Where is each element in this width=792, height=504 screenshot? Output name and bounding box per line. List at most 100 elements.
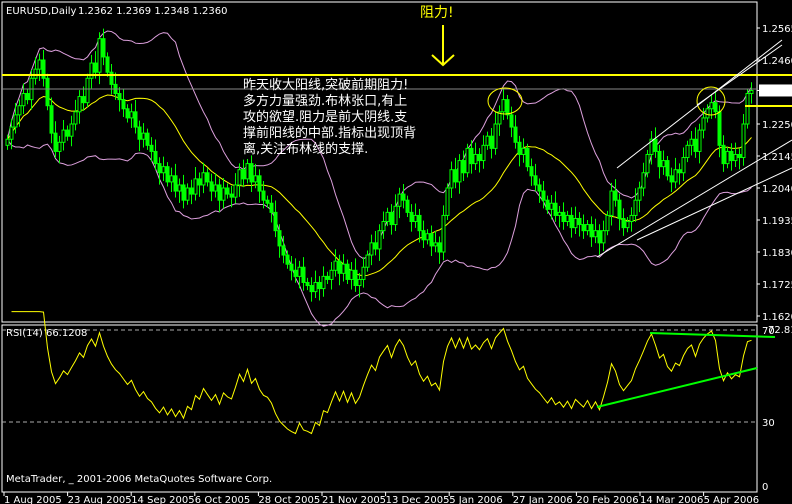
- candle-body: [121, 99, 126, 110]
- candle: [537, 178, 542, 203]
- candle: [245, 159, 250, 184]
- candle: [657, 145, 662, 179]
- candle: [273, 200, 278, 238]
- candle-body: [457, 160, 462, 183]
- candle-body: [349, 269, 354, 280]
- date-label: 13 Dec 2005: [386, 495, 450, 504]
- candle-body: [477, 153, 482, 162]
- candle-body: [125, 108, 130, 119]
- candle-body: [513, 126, 518, 143]
- candle: [221, 177, 226, 209]
- candle: [633, 188, 638, 222]
- candle-body: [185, 187, 190, 201]
- candle: [373, 230, 378, 256]
- candle-body: [413, 214, 418, 223]
- date-label: 6 Oct 2005: [195, 495, 250, 504]
- candle: [473, 142, 478, 171]
- candle: [73, 99, 78, 131]
- candle: [105, 52, 110, 77]
- candle-body: [481, 144, 486, 162]
- note-line: 攻的欲望.阻力是前大阴线.支: [243, 110, 408, 125]
- candle-body: [321, 275, 326, 290]
- candle-body: [101, 38, 106, 58]
- candle: [237, 163, 242, 197]
- candle-body: [117, 93, 122, 101]
- candle: [137, 120, 142, 152]
- candle: [621, 208, 626, 236]
- candle: [429, 225, 434, 256]
- candle: [97, 32, 102, 85]
- trendline: [636, 167, 792, 241]
- candle-body: [97, 38, 102, 73]
- candle: [585, 220, 590, 236]
- candle-body: [749, 89, 754, 95]
- candle-body: [129, 111, 134, 119]
- candle: [593, 218, 598, 244]
- candle: [217, 178, 222, 213]
- candle-body: [569, 214, 574, 229]
- candle: [629, 207, 634, 232]
- candle-body: [425, 233, 430, 241]
- candle: [361, 257, 366, 288]
- candle-body: [397, 193, 402, 207]
- candle: [333, 249, 338, 277]
- candle-body: [377, 230, 382, 250]
- price-label: 1.2460: [762, 56, 792, 67]
- candle-body: [693, 138, 698, 152]
- candle-body: [309, 285, 314, 293]
- candle-body: [285, 254, 290, 265]
- rsi-level-label: 30: [762, 418, 775, 429]
- candle: [497, 105, 502, 136]
- candle: [409, 204, 414, 232]
- candle-body: [277, 230, 282, 247]
- candle-body: [721, 144, 726, 165]
- candle: [693, 127, 698, 158]
- candle-body: [485, 135, 490, 146]
- candle-body: [685, 144, 690, 159]
- price-label: 1.2040: [762, 184, 792, 195]
- candle-body: [229, 193, 234, 198]
- candle-body: [665, 160, 670, 177]
- candle-body: [437, 242, 442, 253]
- candle-body: [69, 123, 74, 137]
- candle-body: [381, 221, 386, 232]
- candle-body: [529, 166, 534, 177]
- candle: [165, 162, 170, 187]
- candle-body: [105, 56, 110, 73]
- candle-body: [205, 172, 210, 183]
- candle-body: [157, 163, 162, 174]
- candle-body: [265, 199, 270, 204]
- date-label: 20 Feb 2006: [576, 495, 638, 504]
- candle: [453, 157, 458, 189]
- note-line: 撑前阳线的中部.指标出现顶背: [243, 126, 417, 141]
- price-label: 1.2360: [762, 86, 792, 97]
- candle-body: [197, 178, 202, 186]
- candle: [193, 166, 198, 201]
- candle: [581, 214, 586, 239]
- candle: [737, 148, 742, 170]
- candle: [325, 271, 330, 284]
- candle-body: [405, 199, 410, 213]
- candle-body: [545, 199, 550, 210]
- candle-body: [549, 202, 554, 210]
- candle: [129, 103, 134, 128]
- date-label: 28 Oct 2005: [258, 495, 320, 504]
- candle: [181, 174, 186, 209]
- candle-body: [737, 153, 742, 159]
- candle-body: [537, 184, 542, 192]
- candle-body: [85, 77, 90, 104]
- candle-body: [745, 93, 750, 125]
- candle: [169, 167, 174, 192]
- candle-body: [257, 175, 262, 192]
- candle: [121, 89, 126, 117]
- candle: [437, 236, 442, 264]
- candle-body: [173, 175, 178, 192]
- candle-body: [225, 187, 230, 195]
- candle: [225, 183, 230, 199]
- candle-body: [213, 184, 218, 192]
- candle-body: [449, 169, 454, 189]
- analysis-note: 昨天收大阳线,突破前期阻力! 多方力量强劲.布林张口,有上 攻的欲望.阻力是前大…: [243, 78, 468, 158]
- candle: [133, 99, 138, 134]
- candle: [501, 89, 506, 121]
- candle: [637, 181, 642, 213]
